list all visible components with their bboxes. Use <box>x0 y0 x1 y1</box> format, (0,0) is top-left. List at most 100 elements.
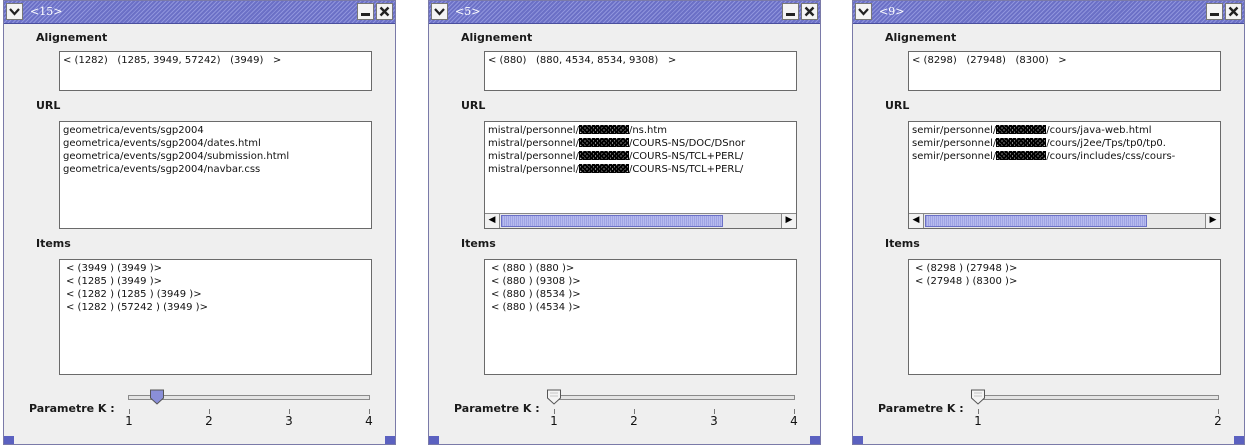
url-prefix: semir/personnel/ <box>912 125 997 136</box>
url-suffix: /COURS-NS/TCL+PERL/ <box>628 164 744 175</box>
window-bottom-border <box>429 436 820 444</box>
url-prefix: mistral/personnel/ <box>488 151 579 162</box>
scrollbar-thumb[interactable] <box>925 215 1147 227</box>
url-suffix: /ns.htm <box>628 125 668 136</box>
url-prefix: geometrica/events/sgp2004/submission.htm… <box>63 151 290 162</box>
chevron-down-icon[interactable] <box>6 3 23 20</box>
alignment-field[interactable]: < (880) (880, 4534, 8534, 9308) > <box>484 51 797 91</box>
minimize-icon[interactable] <box>357 3 374 20</box>
url-list[interactable]: geometrica/events/sgp2004 geometrica/even… <box>59 121 372 229</box>
scroll-left-icon[interactable]: ◀ <box>909 214 924 228</box>
window-title: <9> <box>879 5 905 18</box>
slider-track[interactable] <box>553 395 795 400</box>
items-label: Items <box>36 237 71 250</box>
list-item[interactable]: < (880 ) (4534 )> <box>488 301 796 314</box>
list-item[interactable]: < (880 ) (880 )> <box>488 262 796 275</box>
alignment-label: Alignement <box>461 31 533 44</box>
window-bottom-border <box>4 436 395 444</box>
scroll-left-icon[interactable]: ◀ <box>485 214 500 228</box>
url-item[interactable]: mistral/personnel/ /COURS-NS/DOC/DSnor <box>485 137 796 150</box>
resize-corner-left[interactable] <box>4 436 14 444</box>
horizontal-scrollbar[interactable]: ◀ ▶ <box>909 213 1220 228</box>
slider-track[interactable] <box>977 395 1219 400</box>
url-item[interactable]: semir/personnel/ /cours/includes/css/cour… <box>909 150 1220 163</box>
close-icon[interactable] <box>376 3 393 20</box>
title-bar[interactable]: <15> <box>4 1 395 24</box>
url-item[interactable]: semir/personnel/ /cours/j2ee/Tps/tp0/tp0. <box>909 137 1220 150</box>
url-item[interactable]: geometrica/events/sgp2004/navbar.css <box>60 163 371 176</box>
url-item[interactable]: mistral/personnel/ /COURS-NS/TCL+PERL/ <box>485 150 796 163</box>
items-list[interactable]: < (8298 ) (27948 )> < (27948 ) (8300 )> <box>908 259 1221 375</box>
items-lines: < (8298 ) (27948 )> < (27948 ) (8300 )> <box>909 260 1220 288</box>
slider-thumb[interactable] <box>150 389 165 405</box>
list-item[interactable]: < (8298 ) (27948 )> <box>912 262 1220 275</box>
url-prefix: geometrica/events/sgp2004 <box>63 125 204 136</box>
url-item[interactable]: semir/personnel/ /cours/java-web.html <box>909 124 1220 137</box>
parametre-k-slider[interactable]: 1 2 3 4 <box>547 385 799 433</box>
slider-tick-label: 2 <box>205 414 213 428</box>
title-bar[interactable]: <9> <box>853 1 1244 24</box>
resize-corner-left[interactable] <box>429 436 439 444</box>
resize-corner-right[interactable] <box>385 436 395 444</box>
url-prefix: mistral/personnel/ <box>488 138 579 149</box>
redacted-text <box>996 125 1047 134</box>
resize-corner-right[interactable] <box>1234 436 1244 444</box>
window-bottom-border <box>853 436 1244 444</box>
list-item[interactable]: < (880 ) (8534 )> <box>488 288 796 301</box>
slider-tick-label: 1 <box>125 414 133 428</box>
slider-thumb[interactable] <box>971 389 986 405</box>
url-prefix: geometrica/events/sgp2004/dates.html <box>63 138 261 149</box>
horizontal-scrollbar[interactable]: ◀ ▶ <box>485 213 796 228</box>
alignment-value: < (1282) (1285, 3949, 57242) (3949) > <box>63 55 282 66</box>
slider-tick-label: 3 <box>285 414 293 428</box>
items-list[interactable]: < (880 ) (880 )> < (880 ) (9308 )> < (880 … <box>484 259 797 375</box>
items-label: Items <box>885 237 920 250</box>
url-prefix: semir/personnel/ <box>912 138 997 149</box>
dialog-window: <15> Alignement < (1282) (1285, 3949, 5724… <box>3 0 396 445</box>
close-icon[interactable] <box>1225 3 1242 20</box>
list-item[interactable]: < (880 ) (9308 )> <box>488 275 796 288</box>
url-item[interactable]: mistral/personnel/ /ns.htm <box>485 124 796 137</box>
items-lines: < (3949 ) (3949 )> < (1285 ) (3949 )> < (1… <box>60 260 371 314</box>
slider-tick-label: 2 <box>1214 414 1222 428</box>
alignment-field[interactable]: < (1282) (1285, 3949, 57242) (3949) > <box>59 51 372 91</box>
minimize-icon[interactable] <box>782 3 799 20</box>
scroll-right-icon[interactable]: ▶ <box>1205 214 1220 228</box>
parametre-k-label: Parametre K : <box>29 402 115 415</box>
list-item[interactable]: < (1285 ) (3949 )> <box>63 275 371 288</box>
redacted-text <box>996 138 1047 147</box>
alignment-value: < (880) (880, 4534, 8534, 9308) > <box>488 55 677 66</box>
url-lines: semir/personnel//cours/java-web.html semi… <box>909 122 1220 163</box>
list-item[interactable]: < (3949 ) (3949 )> <box>63 262 371 275</box>
slider-thumb[interactable] <box>547 389 562 405</box>
resize-corner-right[interactable] <box>810 436 820 444</box>
list-item[interactable]: < (1282 ) (1285 ) (3949 )> <box>63 288 371 301</box>
url-item[interactable]: geometrica/events/sgp2004 <box>60 124 371 137</box>
items-label: Items <box>461 237 496 250</box>
alignment-label: Alignement <box>885 31 957 44</box>
resize-corner-left[interactable] <box>853 436 863 444</box>
title-bar[interactable]: <5> <box>429 1 820 24</box>
scroll-right-icon[interactable]: ▶ <box>781 214 796 228</box>
alignment-field[interactable]: < (8298) (27948) (8300) > <box>908 51 1221 91</box>
redacted-text <box>578 151 629 160</box>
list-item[interactable]: < (27948 ) (8300 )> <box>912 275 1220 288</box>
url-label: URL <box>36 99 61 112</box>
url-item[interactable]: geometrica/events/sgp2004/submission.htm… <box>60 150 371 163</box>
chevron-down-icon[interactable] <box>431 3 448 20</box>
url-list[interactable]: semir/personnel//cours/java-web.html semi… <box>908 121 1221 229</box>
url-suffix: /cours/j2ee/Tps/tp0/tp0. <box>1046 138 1166 149</box>
alignment-value: < (8298) (27948) (8300) > <box>912 55 1067 66</box>
url-item[interactable]: geometrica/events/sgp2004/dates.html <box>60 137 371 150</box>
close-icon[interactable] <box>801 3 818 20</box>
parametre-k-slider[interactable]: 12 <box>971 385 1223 433</box>
scrollbar-thumb[interactable] <box>501 215 723 227</box>
redacted-text <box>578 164 629 173</box>
url-list[interactable]: mistral/personnel//ns.htm mistral/personn… <box>484 121 797 229</box>
minimize-icon[interactable] <box>1206 3 1223 20</box>
list-item[interactable]: < (1282 ) (57242 ) (3949 )> <box>63 301 371 314</box>
url-item[interactable]: mistral/personnel/ /COURS-NS/TCL+PERL/ <box>485 163 796 176</box>
items-list[interactable]: < (3949 ) (3949 )> < (1285 ) (3949 )> < (1… <box>59 259 372 375</box>
chevron-down-icon[interactable] <box>855 3 872 20</box>
parametre-k-slider[interactable]: 1 2 3 4 <box>124 385 374 433</box>
